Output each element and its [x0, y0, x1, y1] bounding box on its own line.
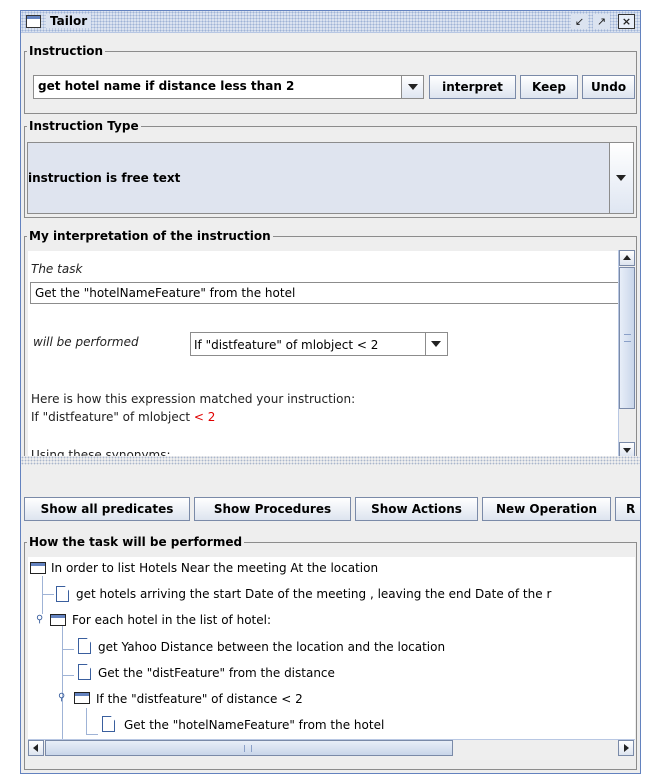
tree-connector — [86, 708, 87, 735]
instruction-type-group: Instruction Type instruction is free tex… — [24, 119, 637, 218]
tailor-window: Tailor ↙ ↗ × Instruction get hotel name … — [20, 10, 641, 774]
close-icon[interactable]: × — [618, 14, 635, 29]
tree-connector — [62, 675, 74, 676]
performed-label: will be performed — [33, 335, 139, 349]
window-title: Tailor — [46, 14, 92, 28]
tree-node-label: For each hotel in the list of hotel: — [72, 613, 271, 627]
tree-connector — [62, 649, 74, 650]
condition-combo[interactable]: If "distfeature" of mlobject < 2 — [190, 332, 448, 356]
new-operation-button[interactable]: New Operation — [482, 497, 611, 521]
tree-node-label: In order to list Hotels Near the meeting… — [51, 561, 379, 575]
tree-node-label: If the "distfeature" of distance < 2 — [96, 692, 303, 706]
scroll-up-icon[interactable] — [619, 250, 635, 266]
instruction-type-combo[interactable]: instruction is free text — [27, 142, 634, 214]
tree-node-label: Get the "distFeature" from the distance — [98, 666, 335, 680]
interpretation-group: My interpretation of the instruction The… — [24, 229, 637, 458]
interpret-button[interactable]: interpret — [429, 75, 516, 99]
match-highlight: < 2 — [193, 410, 216, 424]
document-icon — [56, 586, 69, 602]
window-icon — [26, 15, 41, 28]
maximize-icon[interactable]: ↗ — [593, 14, 610, 29]
match-expression-prefix: If "distfeature" of mlobject — [31, 410, 194, 424]
tree-group: How the task will be performed In order … — [24, 535, 637, 770]
document-icon — [78, 638, 91, 654]
minimize-icon[interactable]: ↙ — [571, 14, 588, 29]
undo-button[interactable]: Undo — [582, 75, 635, 99]
show-procedures-button[interactable]: Show Procedures — [194, 497, 351, 521]
scrollbar-thumb[interactable] — [45, 740, 453, 756]
instruction-value: get hotel name if distance less than 2 — [38, 79, 295, 93]
tree-connector — [42, 576, 43, 614]
show-actions-button[interactable]: Show Actions — [355, 497, 478, 521]
instruction-type-group-title: Instruction Type — [27, 119, 141, 133]
tree-node-label: Get the "hotelNameFeature" from the hote… — [124, 718, 385, 732]
instruction-group-title: Instruction — [27, 44, 106, 58]
chevron-down-icon[interactable] — [609, 143, 633, 213]
expand-handle-icon[interactable]: ⚲ — [58, 693, 66, 703]
interpretation-group-title: My interpretation of the instruction — [27, 229, 273, 243]
expand-handle-icon[interactable]: ⚲ — [36, 615, 44, 625]
tree-node-label: get hotels arriving the start Date of th… — [76, 587, 552, 601]
task-label: The task — [31, 262, 83, 276]
interpretation-panel: The task Get the "hotelNameFeature" from… — [28, 251, 630, 457]
folder-icon — [74, 692, 90, 704]
title-bar[interactable]: Tailor ↙ ↗ × — [21, 11, 640, 33]
show-all-predicates-button[interactable]: Show all predicates — [24, 497, 190, 521]
document-icon — [102, 716, 115, 732]
scroll-left-icon[interactable] — [28, 740, 44, 756]
cut-off-button[interactable]: R — [615, 497, 640, 521]
document-icon — [78, 664, 91, 680]
split-pane-divider[interactable] — [21, 456, 640, 465]
condition-value: If "distfeature" of mlobject < 2 — [194, 338, 379, 352]
chevron-down-icon[interactable] — [425, 333, 447, 355]
match-intro-text: Here is how this expression matched your… — [31, 392, 356, 406]
tree-node-label: get Yahoo Distance between the location … — [98, 640, 446, 654]
task-field[interactable]: Get the "hotelNameFeature" from the hote… — [30, 282, 620, 304]
tree-connector — [86, 734, 98, 735]
folder-icon — [50, 614, 66, 626]
folder-icon — [30, 562, 46, 574]
interpretation-vertical-scrollbar[interactable] — [618, 250, 635, 458]
tree-group-title: How the task will be performed — [27, 535, 245, 549]
scrollbar-thumb[interactable] — [619, 267, 635, 409]
tree-connector — [62, 622, 63, 739]
tree-connector — [42, 594, 54, 595]
instruction-group: Instruction get hotel name if distance l… — [24, 44, 637, 114]
keep-button[interactable]: Keep — [520, 75, 578, 99]
tree-horizontal-scrollbar[interactable] — [28, 739, 635, 756]
match-expression: If "distfeature" of mlobject < 2 — [31, 410, 215, 424]
scroll-right-icon[interactable] — [618, 740, 634, 756]
chevron-down-icon[interactable] — [401, 76, 423, 98]
task-tree[interactable]: In order to list Hotels Near the meeting… — [28, 557, 635, 739]
instruction-combo[interactable]: get hotel name if distance less than 2 — [33, 75, 424, 99]
instruction-type-value: instruction is free text — [28, 171, 181, 185]
